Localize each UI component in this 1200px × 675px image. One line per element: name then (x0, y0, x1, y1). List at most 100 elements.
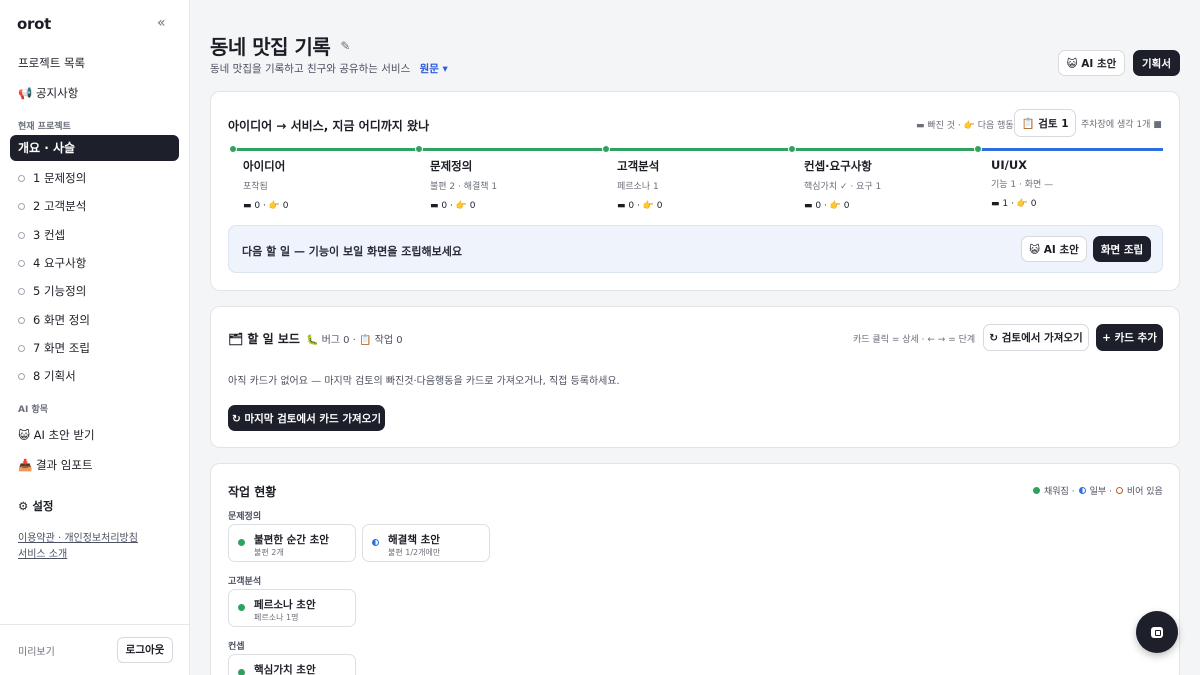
next-action-box: 다음 할 일 — 기능이 보일 화면을 조립해보세요 😺 AI 초안 화면 조립 (228, 225, 1163, 273)
step-label: 3 컨셉 (33, 228, 66, 242)
phase-name: 문제정의 (430, 159, 473, 173)
legend-empty: 비어 있음 (1126, 487, 1163, 497)
app-logo[interactable]: orot (17, 15, 51, 33)
preview-label[interactable]: 미리보기 (18, 643, 55, 658)
phase-uiux[interactable]: UI/UX 기능 1 · 화면 — ▬ 1 · 👉 0 (991, 158, 1171, 209)
phase-summary: 불편 2 · 해결책 1 (430, 182, 498, 192)
ai-draft-button[interactable]: 😺 AI 초안 (1058, 50, 1125, 76)
collapse-sidebar-icon[interactable]: « (157, 15, 166, 31)
parking-lot-link[interactable]: 주차장에 생각 1개 ■ (1081, 117, 1162, 130)
sidebar-step-2[interactable]: 2 고객분석 (18, 198, 86, 214)
step-label: 4 요구사항 (33, 256, 87, 270)
status-title: 작업 현황 (228, 485, 277, 499)
spec-button[interactable]: 기획서 (1133, 50, 1180, 76)
phase-name: 컨셉·요구사항 (804, 159, 872, 173)
terms-link[interactable]: 이용약관 · 개인정보처리방침 (18, 529, 138, 544)
sidebar-link-settings[interactable]: ⚙ 설정 (18, 498, 53, 514)
phase-node (788, 145, 796, 153)
progress-legend: ▬ 빠진 것 · 👉 다음 행동 (916, 121, 1014, 131)
sidebar-link-projects[interactable]: 프로젝트 목록 (18, 55, 85, 71)
sidebar-link-notices[interactable]: 📢 공지사항 (18, 85, 78, 101)
review-button[interactable]: 📋 검토 1 (1014, 109, 1076, 137)
logout-button[interactable]: 로그아웃 (117, 637, 173, 663)
board-title: 🗂 할 일 보드 🐛 버그 0 · 📋 작업 0 (228, 330, 403, 347)
phase-node (602, 145, 610, 153)
phase-node (415, 145, 423, 153)
phase-node (974, 145, 982, 153)
work-status-card: 작업 현황 채워짐 · 일부 · 비어 있음 문제정의 불편한 순간 초안 불편… (210, 463, 1180, 675)
step-dot-icon (18, 202, 25, 210)
phase-name: 고객분석 (617, 159, 660, 173)
sidebar-step-6[interactable]: 6 화면 정의 (18, 312, 90, 328)
chat-fab-button[interactable] (1136, 611, 1178, 653)
section-ai: AI 항목 (18, 405, 49, 415)
tile-sub: 페르소나 1명 (254, 613, 299, 622)
sidebar-item-overview[interactable]: 개요 · 사슬 (10, 135, 179, 161)
next-ai-draft-button[interactable]: 😺 AI 초안 (1021, 236, 1087, 262)
assemble-screen-button[interactable]: 화면 조립 (1093, 236, 1151, 262)
phase-summary: 기능 1 · 화면 — (991, 180, 1054, 190)
phase-summary: 페르소나 1 (617, 182, 659, 192)
step-dot-icon (18, 372, 25, 380)
original-dropdown[interactable]: 원문 ▾ (420, 63, 448, 75)
sidebar-link-import[interactable]: 📥 결과 임포트 (18, 457, 93, 473)
status-tile[interactable]: 페르소나 초안 페르소나 1명 (228, 589, 356, 627)
sidebar-step-3[interactable]: 3 컨셉 (18, 227, 65, 243)
status-tile[interactable]: 해결책 초안 불편 1/2개에만 (362, 524, 490, 562)
phase-idea[interactable]: 아이디어 포착됨 ▬ 0 · 👉 0 (243, 158, 423, 211)
sidebar: orot « 프로젝트 목록 📢 공지사항 현재 프로젝트 개요 · 사슬 1 … (0, 0, 190, 675)
phase-concept[interactable]: 컨셉·요구사항 핵심가치 ✓ · 요구 1 ▬ 0 · 👉 0 (804, 158, 984, 211)
step-label: 7 화면 조립 (33, 341, 90, 355)
project-title: 동네 맛집 기록 (210, 35, 331, 59)
tile-name: 페르소나 초안 (254, 599, 316, 611)
filled-dot-icon (1033, 487, 1040, 494)
tile-name: 핵심가치 초안 (254, 664, 316, 675)
board-counts: 🐛 버그 0 · 📋 작업 0 (305, 335, 403, 346)
sidebar-step-1[interactable]: 1 문제정의 (18, 170, 86, 186)
status-tile[interactable]: 핵심가치 초안 (228, 654, 356, 675)
phase-name: UI/UX (991, 158, 1028, 172)
sidebar-link-ai-draft[interactable]: 😺 AI 초안 받기 (18, 427, 95, 443)
group-label: 고객분석 (228, 577, 262, 587)
import-last-review-button[interactable]: ↻ 마지막 검토에서 카드 가져오기 (228, 405, 385, 431)
edit-pencil-icon[interactable]: ✎ (340, 39, 350, 53)
phase-counts: ▬ 0 · 👉 0 (243, 201, 289, 211)
about-link[interactable]: 서비스 소개 (18, 545, 67, 560)
step-dot-icon (18, 174, 25, 182)
import-from-review-button[interactable]: ↻ 검토에서 가져오기 (983, 324, 1089, 351)
sidebar-step-8[interactable]: 8 기획서 (18, 368, 76, 384)
phase-node (229, 145, 237, 153)
phase-problem[interactable]: 문제정의 불편 2 · 해결책 1 ▬ 0 · 👉 0 (430, 158, 610, 211)
sidebar-divider (0, 624, 189, 625)
step-label: 5 기능정의 (33, 284, 87, 298)
add-card-button[interactable]: + 카드 추가 (1096, 324, 1163, 351)
sidebar-step-5[interactable]: 5 기능정의 (18, 283, 86, 299)
board-hint: 카드 클릭 = 상세 · ← → = 단계 (853, 335, 976, 345)
phase-counts: ▬ 0 · 👉 0 (804, 201, 850, 211)
phase-counts: ▬ 0 · 👉 0 (430, 201, 476, 211)
group-label: 컨셉 (228, 642, 245, 652)
partial-dot-icon (1078, 487, 1086, 494)
progress-card: 아이디어 → 서비스, 지금 어디까지 왔나 ▬ 빠진 것 · 👉 다음 행동 … (210, 91, 1180, 291)
phase-name: 아이디어 (243, 159, 286, 173)
step-dot-icon (18, 344, 25, 352)
step-dot-icon (18, 316, 25, 324)
project-subtitle: 동네 맛집을 기록하고 친구와 공유하는 서비스 원문 ▾ (210, 61, 448, 76)
sidebar-step-7[interactable]: 7 화면 조립 (18, 340, 90, 356)
legend-partial: 일부 · (1089, 487, 1112, 497)
step-label: 1 문제정의 (33, 171, 87, 185)
tile-name: 불편한 순간 초안 (254, 534, 329, 546)
filled-dot-icon (238, 604, 245, 611)
status-legend: 채워짐 · 일부 · 비어 있음 (1033, 484, 1163, 497)
status-tile[interactable]: 불편한 순간 초안 불편 2개 (228, 524, 356, 562)
phase-summary: 포착됨 (243, 182, 268, 192)
step-label: 8 기획서 (33, 369, 76, 383)
empty-dot-icon (1115, 487, 1123, 494)
progress-track-current (979, 148, 1163, 151)
tile-name: 해결책 초안 (388, 534, 440, 546)
step-dot-icon (18, 287, 25, 295)
todo-board-card: 🗂 할 일 보드 🐛 버그 0 · 📋 작업 0 카드 클릭 = 상세 · ← … (210, 306, 1180, 448)
phase-customer[interactable]: 고객분석 페르소나 1 ▬ 0 · 👉 0 (617, 158, 797, 211)
sidebar-step-4[interactable]: 4 요구사항 (18, 255, 86, 271)
chat-bubble-icon (1151, 626, 1163, 638)
